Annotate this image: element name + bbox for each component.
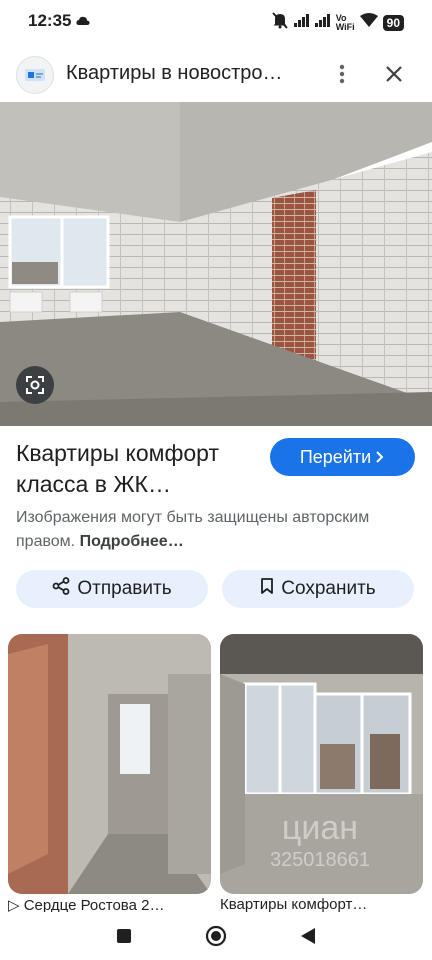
mute-icon [271,11,289,34]
signal-icon [293,13,310,32]
system-nav-bar [0,912,432,960]
recents-icon[interactable] [112,924,136,948]
more-vert-icon[interactable] [330,60,354,88]
status-bar: 12:35 Vo WiFi 90 [0,0,432,40]
lens-search-icon[interactable] [16,366,54,404]
page-header: Квартиры в новостро… [0,48,432,100]
site-logo-icon [16,56,54,94]
status-icons: Vo WiFi 90 [271,11,404,34]
chevron-right-icon [375,447,385,468]
back-icon[interactable] [296,924,320,948]
bookmark-icon [260,577,274,601]
status-time: 12:35 [28,11,72,30]
page-title: Квартиры в новостро… [66,62,283,84]
go-button[interactable]: Перейти [270,438,415,476]
signal-2-icon [314,13,331,32]
save-button[interactable]: Сохранить [222,570,414,608]
wifi-icon [359,13,378,32]
related-image-1[interactable] [8,634,211,894]
share-button[interactable]: Отправить [16,570,208,608]
vowifi-label: Vo WiFi [335,12,355,32]
copyright-notice: Изображения могут быть защищены авторски… [16,509,370,550]
share-icon [52,577,70,601]
svg-text:циан: циан [282,809,358,847]
result-title[interactable]: Квартиры комфорт класса в ЖК… [16,438,256,500]
related-image-2[interactable]: циан 325018661 [220,634,423,894]
close-icon[interactable] [380,60,408,88]
cloud-icon [76,13,90,31]
watermark-id: 325018661 [270,849,370,871]
save-button-label: Сохранить [281,578,376,599]
main-image[interactable] [0,102,432,426]
learn-more-link[interactable]: Подробнее… [80,533,184,550]
go-button-label: Перейти [299,446,372,467]
share-button-label: Отправить [77,578,172,599]
battery-level: 90 [382,14,404,31]
home-icon[interactable] [204,924,228,948]
